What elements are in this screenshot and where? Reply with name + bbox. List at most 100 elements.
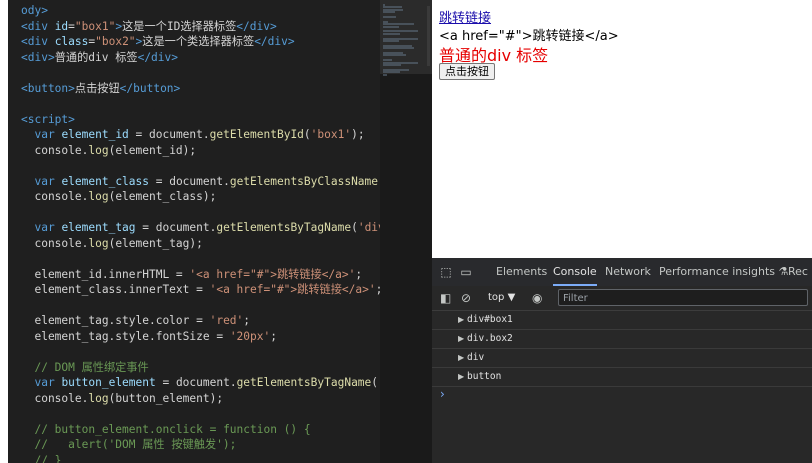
- clear-console-icon[interactable]: ⊘: [461, 290, 471, 306]
- code-token: id: [54, 19, 69, 33]
- code-token: log: [88, 391, 109, 405]
- code-line[interactable]: // button_element.onclick = function () …: [21, 422, 380, 438]
- sidebar-toggle-icon[interactable]: ◧: [440, 290, 451, 306]
- minimap-line: [383, 16, 396, 18]
- code-token: log: [88, 143, 109, 157]
- code-line[interactable]: console.log(element_class);: [21, 189, 380, 205]
- code-line[interactable]: element_tag.style.color = 'red';: [21, 313, 380, 329]
- click-button[interactable]: 点击按钮: [439, 63, 495, 80]
- code-line[interactable]: [21, 65, 380, 81]
- code-line[interactable]: element_tag.style.fontSize = '20px';: [21, 329, 380, 345]
- code-line[interactable]: var element_id = document.getElementById…: [21, 127, 380, 143]
- console-prompt[interactable]: ›: [440, 387, 445, 401]
- jump-link[interactable]: 跳转链接: [439, 7, 491, 26]
- code-line[interactable]: ody>: [21, 3, 380, 19]
- code-line[interactable]: <div>普通的div 标签</div>: [21, 50, 380, 66]
- code-token: element_tag: [61, 221, 136, 234]
- code-token: = document.: [135, 221, 217, 234]
- context-selector[interactable]: top ▼: [488, 290, 515, 306]
- tab-elements[interactable]: Elements: [496, 258, 547, 286]
- code-token: "box2": [95, 35, 136, 48]
- eye-icon[interactable]: ◉: [532, 290, 542, 306]
- console-output: ▶ div#box1 ▶ div.box2 ▶ div ▶ button ›: [432, 311, 812, 463]
- code-line[interactable]: element_id.innerHTML = '<a href="#">跳转链接…: [21, 267, 380, 283]
- code-token: (: [303, 128, 311, 141]
- code-token: (: [351, 221, 358, 234]
- code-token: button_element: [61, 376, 156, 389]
- tab-recorder[interactable]: Rec: [788, 258, 808, 286]
- code-token: = document.: [149, 174, 230, 188]
- code-token: // }: [21, 453, 62, 463]
- minimap-line: [383, 73, 387, 76]
- code-line[interactable]: var element_tag = document.getElementsBy…: [21, 220, 380, 236]
- filter-input[interactable]: Filter: [558, 289, 808, 306]
- minimap[interactable]: [380, 0, 432, 463]
- code-token: '20px': [229, 329, 271, 343]
- code-line[interactable]: <div id="box1">这是一个ID选择器标签</div>: [21, 19, 380, 35]
- code-line[interactable]: console.log(element_id);: [21, 143, 380, 159]
- code-token: console.: [21, 190, 89, 203]
- code-line[interactable]: console.log(element_tag);: [21, 236, 380, 252]
- code-token: getElementsByClassName: [229, 174, 379, 188]
- code-line[interactable]: [21, 96, 380, 112]
- expand-triangle-icon[interactable]: ▶: [458, 353, 464, 362]
- code-line[interactable]: var button_element = document.getElement…: [21, 375, 380, 391]
- console-row[interactable]: ▶ div: [432, 349, 812, 368]
- console-row-text: div.box2: [467, 333, 513, 344]
- code-token: (element_class);: [108, 190, 217, 203]
- expand-triangle-icon[interactable]: ▶: [458, 334, 464, 343]
- code-token: log: [88, 236, 109, 250]
- code-line[interactable]: console.log(button_element);: [21, 391, 380, 407]
- devtools-panel: ⬚ ▭ Elements Console Network Performance…: [432, 258, 812, 463]
- code-token: <div>: [21, 50, 55, 64]
- code-token: element_tag.style.fontSize =: [21, 329, 230, 343]
- code-line[interactable]: [21, 406, 380, 422]
- device-toolbar-icon[interactable]: ▭: [458, 264, 474, 280]
- code-token: 'div': [357, 221, 380, 234]
- code-line[interactable]: <script>: [21, 112, 380, 128]
- code-line[interactable]: [21, 158, 380, 174]
- code-token: 点击按钮: [74, 81, 120, 95]
- scrollbar[interactable]: [427, 6, 430, 66]
- code-token: // button_element.onclick = function () …: [21, 422, 311, 436]
- expand-triangle-icon[interactable]: ▶: [458, 372, 464, 381]
- code-line[interactable]: // alert('DOM 属性 按键触发');: [21, 437, 380, 453]
- code-token: = document.: [155, 376, 237, 389]
- code-line[interactable]: [21, 205, 380, 221]
- tab-performance-insights[interactable]: Performance insights ⚗: [659, 258, 788, 286]
- code-editor[interactable]: ody> <div id="box1">这是一个ID选择器标签</div> <div…: [8, 0, 380, 463]
- code-token: </div>: [254, 35, 295, 48]
- code-line[interactable]: <div class="box2">这是一个类选择器标签</div>: [21, 34, 380, 50]
- inspect-element-icon[interactable]: ⬚: [438, 264, 454, 280]
- console-row[interactable]: ▶ div#box1: [432, 311, 812, 330]
- code-token: =: [68, 19, 75, 33]
- code-line[interactable]: [21, 344, 380, 360]
- expand-triangle-icon[interactable]: ▶: [458, 315, 464, 324]
- code-line[interactable]: [21, 251, 380, 267]
- code-token: <script>: [21, 112, 75, 126]
- tab-network[interactable]: Network: [605, 258, 651, 286]
- code-token: 'box1': [310, 128, 352, 141]
- devtools-tab-bar: ⬚ ▭ Elements Console Network Performance…: [432, 258, 812, 287]
- code-line[interactable]: [21, 298, 380, 314]
- console-row[interactable]: ▶ button: [432, 368, 812, 387]
- code-token: console.: [21, 391, 89, 405]
- tab-console[interactable]: Console: [553, 258, 597, 286]
- code-line[interactable]: element_class.innerText = '<a href="#">跳…: [21, 282, 380, 298]
- console-row-text: div: [467, 352, 485, 363]
- code-line[interactable]: var element_class = document.getElements…: [21, 174, 380, 190]
- code-content[interactable]: ody> <div id="box1">这是一个ID选择器标签</div> <div…: [21, 3, 380, 463]
- code-token: "box1": [74, 19, 116, 33]
- code-line[interactable]: // }: [21, 453, 380, 463]
- code-line[interactable]: <button>点击按钮</button>: [21, 81, 380, 97]
- console-row-text: button: [467, 371, 502, 382]
- code-token: var: [34, 174, 62, 188]
- console-row[interactable]: ▶ div.box2: [432, 330, 812, 349]
- minimap-line: [383, 25, 399, 28]
- code-token: <div: [21, 35, 55, 48]
- code-token: // alert('DOM 属性 按键触发');: [21, 438, 237, 451]
- code-token: <button>: [21, 81, 75, 95]
- code-line[interactable]: // DOM 属性绑定事件: [21, 360, 380, 376]
- code-token: log: [88, 190, 109, 203]
